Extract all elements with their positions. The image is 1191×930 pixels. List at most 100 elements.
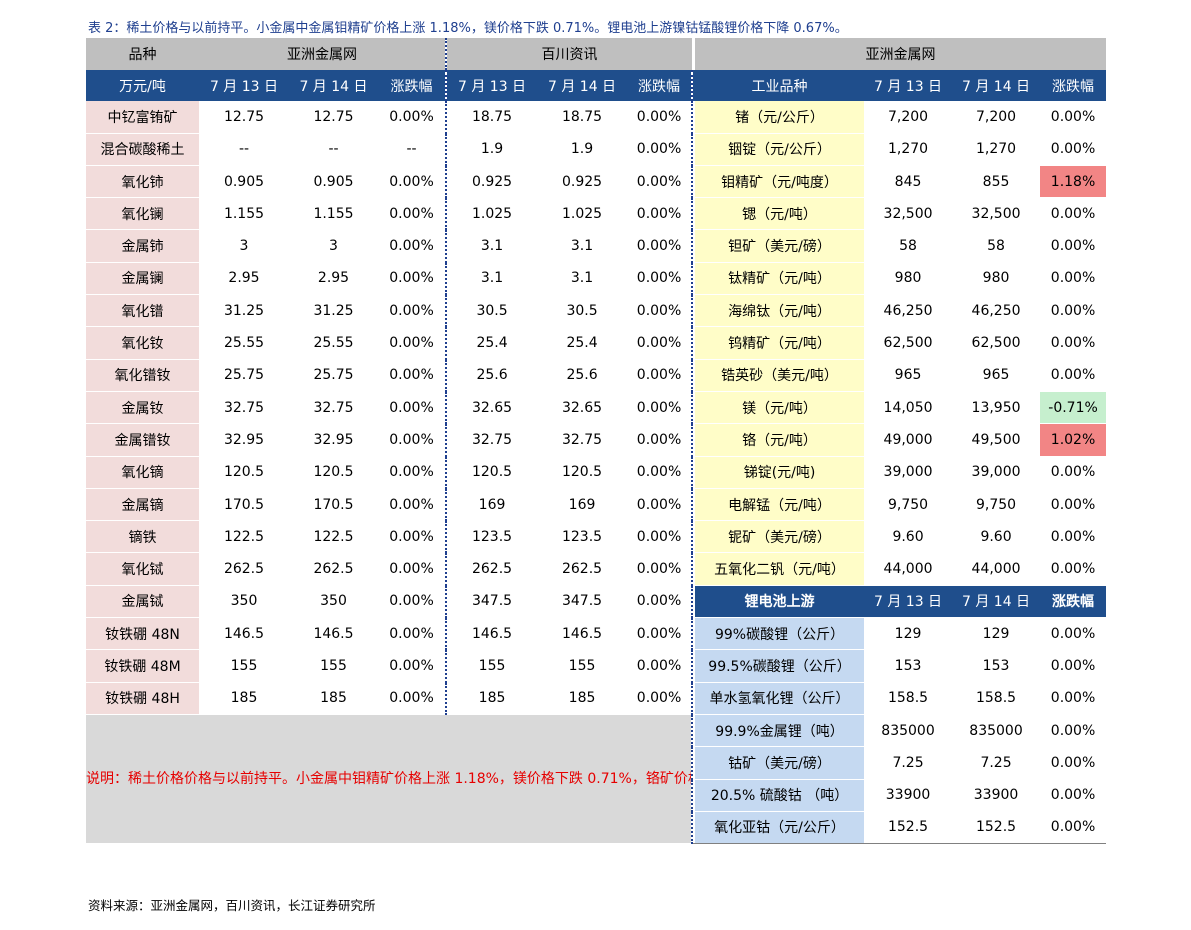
baichuan-price-d2: 155 <box>537 649 628 683</box>
industrial-change: 0.00% <box>1040 552 1107 586</box>
baichuan-change: 0.00% <box>627 682 693 715</box>
header-source-baichuan: 百川资讯 <box>445 38 693 70</box>
asia-change: 0.00% <box>378 326 447 360</box>
baichuan-change: 0.00% <box>627 262 693 296</box>
asia-price-d2: 12.75 <box>289 101 378 134</box>
header-date-2-industrial: 7 月 14 日 <box>952 70 1041 102</box>
asia-price-d2: 32.75 <box>289 391 378 425</box>
industrial-name: 钼精矿（元/吨度） <box>695 165 865 199</box>
table-row: 金属铽 350 350 0.00% 347.5 347.5 0.00% 锂电池上游 7 月 13… <box>86 585 1107 619</box>
baichuan-price-d2: 25.6 <box>537 359 628 392</box>
header-date-1: 7 月 13 日 <box>199 70 289 102</box>
industrial-change: 0.00% <box>1040 197 1107 231</box>
asia-price-d1: 31.25 <box>199 294 289 328</box>
table-row: 氧化镨钕 25.75 25.75 0.00% 25.6 25.6 0.00% 锆英砂（美元/吨… <box>86 359 1107 392</box>
industrial-name: 锑锭(元/吨) <box>695 456 865 489</box>
lithium-price-d1: 7.25 <box>864 746 953 780</box>
table-row: 氧化镧 1.155 1.155 0.00% 1.025 1.025 0.00% 锶（元/吨） 3… <box>86 197 1107 231</box>
rare-earth-name: 金属钕 <box>86 391 199 425</box>
baichuan-price-d2: 185 <box>537 682 628 715</box>
source-note: 资料来源：亚洲金属网，百川资讯，长江证券研究所 <box>88 898 376 913</box>
asia-price-d1: 185 <box>199 682 289 715</box>
industrial-price-d1: 44,000 <box>864 552 953 586</box>
baichuan-change: 0.00% <box>627 326 693 360</box>
industrial-name: 锆英砂（美元/吨） <box>695 359 865 392</box>
baichuan-price-d1: 25.4 <box>445 326 538 360</box>
baichuan-price-d2: 1.025 <box>537 197 628 231</box>
asia-change: 0.00% <box>378 229 447 263</box>
header-row-second: 万元/吨 7 月 13 日 7 月 14 日 涨跌幅 7 月 13 日 7 月 … <box>86 70 1107 102</box>
header-source-asia-metal-1: 亚洲金属网 <box>199 38 447 70</box>
industrial-price-d2: 46,250 <box>952 294 1041 328</box>
header-source-asia-metal-2: 亚洲金属网 <box>695 38 1107 70</box>
rare-earth-name: 钕铁硼 48H <box>86 682 199 715</box>
industrial-name: 锗（元/公斤） <box>695 101 865 134</box>
industrial-name: 钽矿（美元/磅） <box>695 229 865 263</box>
lithium-price-d2: 835000 <box>952 714 1041 748</box>
industrial-name: 锶（元/吨） <box>695 197 865 231</box>
rare-earth-name: 金属镝 <box>86 488 199 522</box>
asia-change: 0.00% <box>378 359 447 392</box>
rare-earth-name: 混合碳酸稀土 <box>86 133 199 166</box>
asia-change: 0.00% <box>378 294 447 328</box>
industrial-price-d1: 32,500 <box>864 197 953 231</box>
baichuan-change: 0.00% <box>627 391 693 425</box>
asia-price-d2: 32.95 <box>289 423 378 457</box>
header-change: 涨跌幅 <box>378 70 447 102</box>
asia-price-d2: 170.5 <box>289 488 378 522</box>
industrial-name: 五氧化二钒（元/吨） <box>695 552 865 586</box>
table-row: 金属钕 32.75 32.75 0.00% 32.65 32.65 0.00% 镁（元/吨） 1… <box>86 391 1107 425</box>
header-industrial: 工业品种 <box>695 70 865 102</box>
baichuan-change: 0.00% <box>627 649 693 683</box>
baichuan-price-d2: 32.65 <box>537 391 628 425</box>
asia-price-d2: 146.5 <box>289 617 378 651</box>
baichuan-price-d2: 347.5 <box>537 585 628 619</box>
table-row: 钕铁硼 48M 155 155 0.00% 155 155 0.00% 99.5%碳酸锂（公斤… <box>86 649 1107 683</box>
baichuan-price-d2: 25.4 <box>537 326 628 360</box>
rare-earth-name: 氧化镝 <box>86 456 199 489</box>
explanation-note: 说明：稀土价格价格与以前持平。小金属中钼精矿价格上涨 1.18%，镁价格下跌 0… <box>86 714 693 845</box>
asia-price-d2: 185 <box>289 682 378 715</box>
asia-price-d1: 3 <box>199 229 289 263</box>
baichuan-price-d1: 1.9 <box>445 133 538 166</box>
asia-price-d2: 3 <box>289 229 378 263</box>
baichuan-change: 0.00% <box>627 456 693 489</box>
asia-price-d1: 25.75 <box>199 359 289 392</box>
rare-earth-name: 金属镧 <box>86 262 199 296</box>
asia-change: 0.00% <box>378 552 447 586</box>
baichuan-price-d2: 123.5 <box>537 520 628 554</box>
baichuan-price-d1: 32.75 <box>445 423 538 457</box>
asia-price-d2: -- <box>289 133 378 166</box>
industrial-change: 0.00% <box>1040 294 1107 328</box>
asia-change: 0.00% <box>378 520 447 554</box>
industrial-price-d2: 62,500 <box>952 326 1041 360</box>
asia-change: 0.00% <box>378 585 447 619</box>
table-row: 中钇富铕矿 12.75 12.75 0.00% 18.75 18.75 0.00% 锗（元/公… <box>86 101 1107 134</box>
lithium-name: 单水氢氧化锂（公斤） <box>695 682 865 715</box>
baichuan-price-d2: 30.5 <box>537 294 628 328</box>
asia-change: 0.00% <box>378 488 447 522</box>
industrial-price-d2: 9.60 <box>952 520 1041 554</box>
asia-change: 0.00% <box>378 456 447 489</box>
baichuan-change: 0.00% <box>627 520 693 554</box>
asia-price-d2: 0.905 <box>289 165 378 199</box>
asia-change: 0.00% <box>378 617 447 651</box>
lithium-header-change: 涨跌幅 <box>1040 585 1107 619</box>
industrial-change: 1.18% <box>1040 165 1107 199</box>
industrial-price-d2: 49,500 <box>952 423 1041 457</box>
industrial-name: 镁（元/吨） <box>695 391 865 425</box>
asia-price-d1: 32.95 <box>199 423 289 457</box>
baichuan-price-d2: 3.1 <box>537 262 628 296</box>
industrial-price-d1: 62,500 <box>864 326 953 360</box>
table-caption: 表 2：稀土价格与以前持平。小金属中金属钼精矿价格上涨 1.18%，镁价格下跌 … <box>88 21 848 36</box>
baichuan-price-d2: 18.75 <box>537 101 628 134</box>
lithium-name: 20.5% 硫酸钴 （吨） <box>695 779 865 812</box>
lithium-change: 0.00% <box>1040 682 1107 715</box>
asia-change: 0.00% <box>378 423 447 457</box>
industrial-change: 1.02% <box>1040 423 1107 457</box>
industrial-change: 0.00% <box>1040 359 1107 392</box>
industrial-price-d2: 7,200 <box>952 101 1041 134</box>
industrial-price-d1: 58 <box>864 229 953 263</box>
baichuan-change: 0.00% <box>627 294 693 328</box>
baichuan-price-d1: 155 <box>445 649 538 683</box>
